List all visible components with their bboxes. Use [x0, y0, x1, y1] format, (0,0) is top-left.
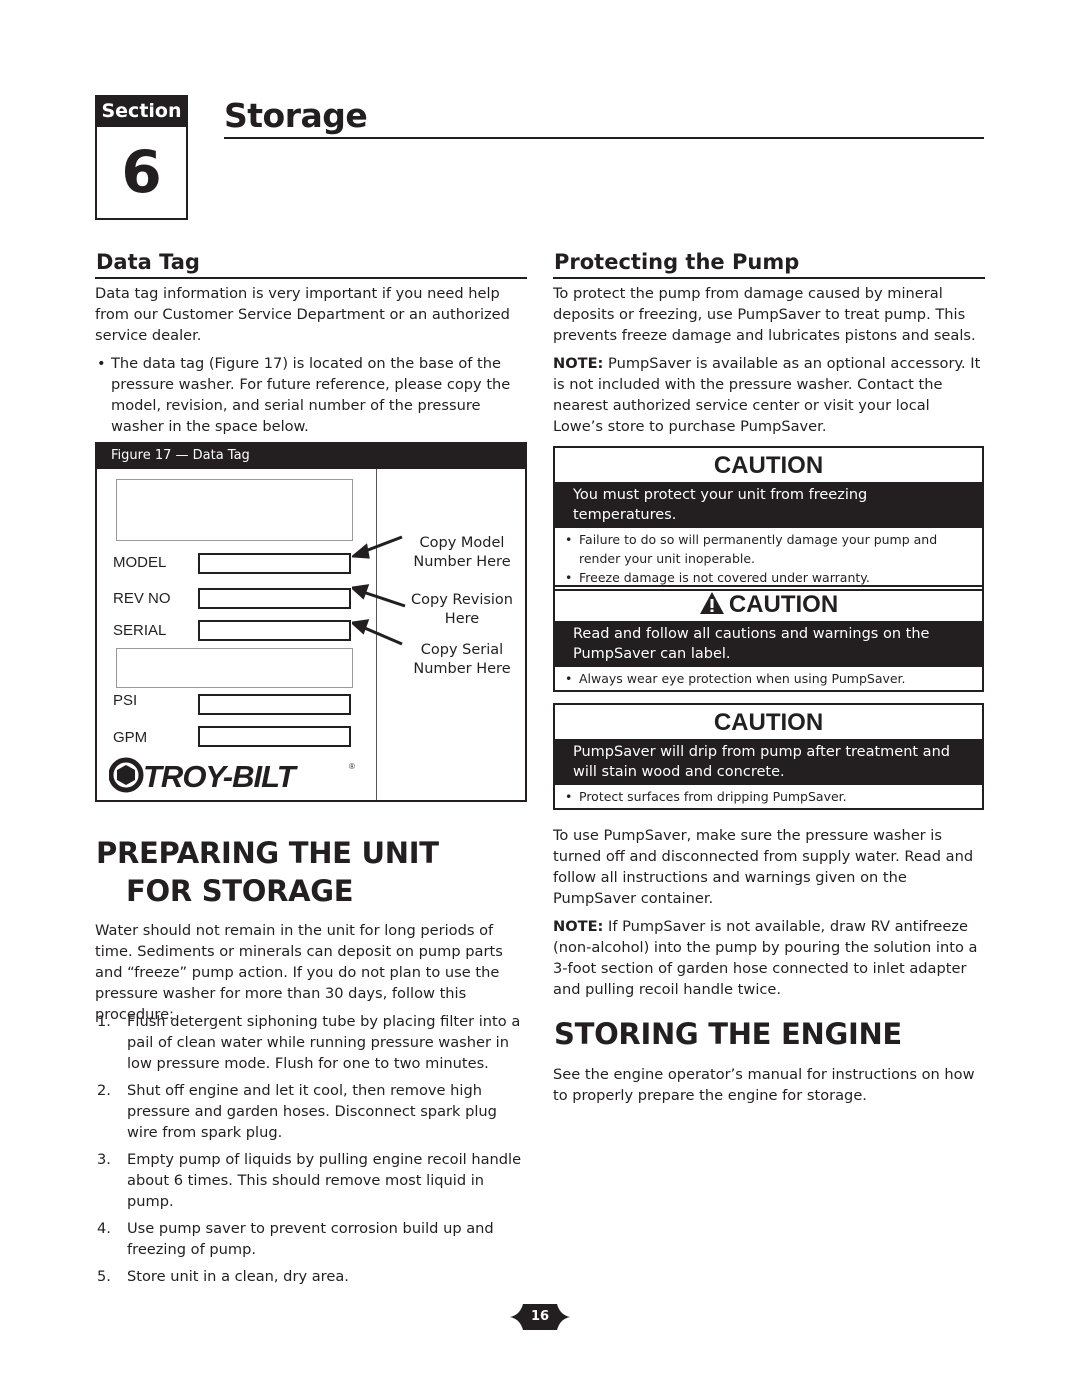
brand-text: TROY-BILT	[143, 759, 299, 793]
data-tag-bullet: The data tag (Figure 17) is located on t…	[95, 353, 531, 437]
title-rule	[224, 137, 984, 139]
data-tag-heading: Data Tag	[96, 250, 200, 274]
pumpsaver-usage: To use PumpSaver, make sure the pressure…	[553, 827, 974, 907]
step-item: 4. Use pump saver to prevent corrosion bu…	[97, 1220, 494, 1258]
step-item: 5. Store unit in a clean, dry area.	[97, 1268, 349, 1285]
protecting-pump-intro: To protect the pump from damage caused b…	[553, 285, 976, 344]
caution-band: PumpSaver will drip from pump after trea…	[555, 739, 982, 785]
protecting-pump-heading: Protecting the Pump	[554, 250, 800, 274]
caution-box-label: CAUTION Read and follow all cautions and…	[553, 585, 984, 692]
caution-box-drip: CAUTION PumpSaver will drip from pump af…	[553, 703, 984, 810]
troy-bilt-logo: TROY-BILT ®	[108, 757, 359, 797]
note-copy-serial: Copy Serial Number Here	[413, 642, 511, 677]
page-title: Storage	[224, 96, 368, 135]
step-item: 3. Empty pump of liquids by pulling engin…	[97, 1151, 522, 1210]
warning-triangle-icon	[699, 592, 724, 614]
caution-box-freezing: CAUTION You must protect your unit from …	[553, 446, 984, 591]
revision-field[interactable]	[198, 588, 351, 609]
arrow-icon	[352, 619, 403, 646]
tag-blank-box-2	[116, 648, 353, 688]
figure-data-tag: Figure 17 — Data Tag MODEL REV NO SERIAL…	[95, 442, 527, 802]
caution-list: Protect surfaces from dripping PumpSaver…	[555, 785, 982, 808]
caution-bullet: Failure to do so will permanently damage…	[563, 530, 974, 568]
preparing-steps: 1. Flush detergent siphoning tube by plac…	[95, 1011, 527, 1293]
step-item: 2. Shut off engine and let it cool, then …	[97, 1082, 497, 1141]
caution-list: Always wear eye protection when using Pu…	[555, 667, 982, 690]
caution-title: CAUTION	[728, 591, 839, 618]
data-tag-intro: Data tag information is very important i…	[95, 285, 510, 344]
note-copy-model: Copy Model Number Here	[413, 535, 511, 570]
caution-band: You must protect your unit from freezing…	[555, 482, 982, 528]
caution-bullet: Always wear eye protection when using Pu…	[563, 669, 974, 688]
field-label-gpm: GPM	[113, 729, 148, 746]
gpm-field[interactable]	[198, 726, 351, 747]
tag-blank-box	[116, 479, 353, 541]
step-item: 1. Flush detergent siphoning tube by plac…	[97, 1013, 521, 1072]
figure-caption: Figure 17 — Data Tag	[97, 444, 525, 469]
page-number-badge: 16	[510, 1303, 570, 1331]
preparing-heading-line1: PREPARING THE UNIT	[96, 836, 439, 870]
caution-band: Read and follow all cautions and warning…	[555, 621, 982, 667]
caution-title: CAUTION	[713, 452, 824, 479]
caution-title-row: CAUTION	[555, 587, 982, 621]
field-label-serial: SERIAL	[113, 622, 167, 639]
psi-field[interactable]	[198, 694, 351, 715]
caution-list: Failure to do so will permanently damage…	[555, 528, 982, 589]
pumpsaver-note: NOTE: If PumpSaver is not available, dra…	[553, 918, 978, 998]
brand-logo-icon: TROY-BILT ®	[108, 757, 355, 794]
caution-bullet: Protect surfaces from dripping PumpSaver…	[563, 787, 974, 806]
preparing-heading-line2: FOR STORAGE	[126, 874, 354, 908]
protecting-pump-note: NOTE: PumpSaver is available as an optio…	[553, 355, 981, 435]
serial-field[interactable]	[198, 620, 351, 641]
engine-text: See the engine operator’s manual for ins…	[553, 1066, 975, 1104]
brand-mark: ®	[349, 762, 355, 771]
data-tag-rule	[95, 277, 527, 279]
field-label-model: MODEL	[113, 554, 167, 571]
protecting-pump-rule	[553, 277, 985, 279]
field-label-psi: PSI	[113, 692, 138, 709]
model-field[interactable]	[198, 553, 351, 574]
section-badge: Section 6	[95, 95, 188, 220]
page-number: 16	[530, 1309, 550, 1324]
arrow-icon	[352, 535, 403, 559]
engine-heading: STORING THE ENGINE	[554, 1017, 902, 1051]
section-label: Section	[97, 97, 186, 127]
preparing-intro: Water should not remain in the unit for …	[95, 922, 503, 1023]
section-number: 6	[121, 138, 162, 206]
field-label-rev: REV NO	[113, 590, 171, 607]
note-copy-revision: Copy Revision Here	[411, 592, 513, 627]
caution-title: CAUTION	[713, 709, 824, 736]
